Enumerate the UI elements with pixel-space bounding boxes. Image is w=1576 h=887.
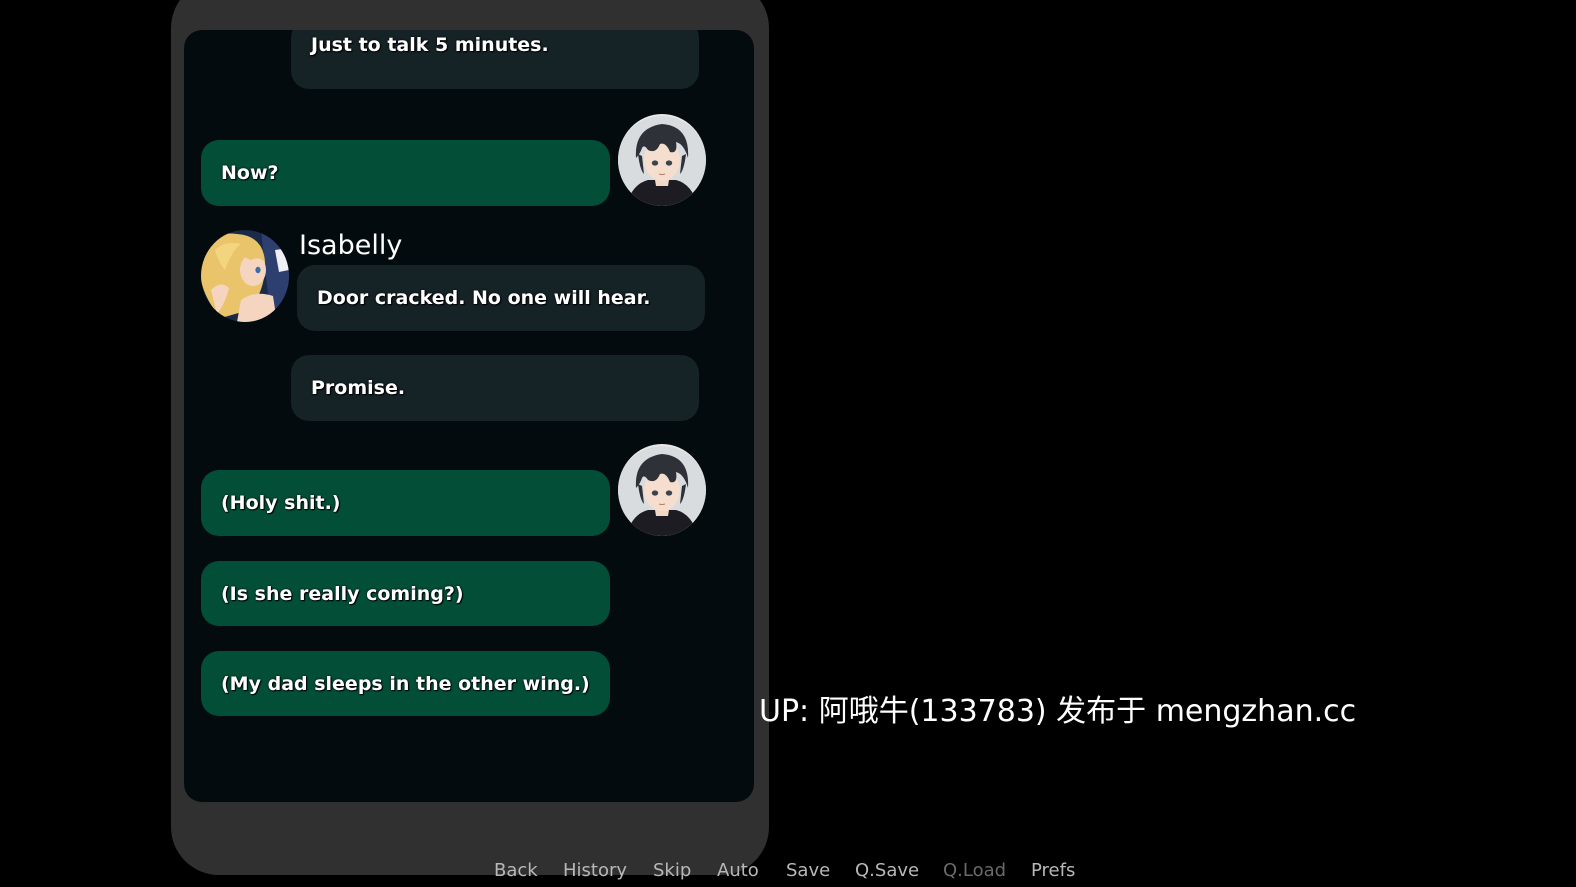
chat-bubble-outgoing: (My dad sleeps in the other wing.) <box>201 651 610 716</box>
chat-bubble-incoming: Door cracked. No one will hear. <box>297 265 705 331</box>
watermark-text: UP: 阿哦牛(133783) 发布于 mengzhan.cc <box>759 694 1357 729</box>
boy-portrait-icon <box>618 444 706 536</box>
chat-bubble-text: (My dad sleeps in the other wing.) <box>221 672 590 695</box>
chat-bubble-text: Now? <box>221 162 279 184</box>
sender-name: Isabelly <box>299 230 403 261</box>
quick-load-button[interactable]: Q.Load <box>943 860 1006 881</box>
chat-bubble-text: (Holy shit.) <box>221 492 341 514</box>
auto-button[interactable]: Auto <box>717 860 759 881</box>
chat-bubble-outgoing: Now? <box>201 140 610 206</box>
player-avatar <box>618 444 706 536</box>
chat-bubble-incoming: Just to talk 5 minutes. <box>291 30 699 89</box>
back-button[interactable]: Back <box>494 860 538 881</box>
skip-button[interactable]: Skip <box>653 860 691 881</box>
phone-screen: Just to talk 5 minutes. Now? Isabelly Do… <box>184 30 754 802</box>
chat-bubble-text: Just to talk 5 minutes. <box>311 34 549 56</box>
history-button[interactable]: History <box>563 860 627 881</box>
quick-menu: Back History Skip Auto Save Q.Save Q.Loa… <box>0 860 1576 887</box>
boy-portrait-icon <box>618 114 706 206</box>
chat-bubble-incoming: Promise. <box>291 355 699 421</box>
prefs-button[interactable]: Prefs <box>1031 860 1075 881</box>
save-button[interactable]: Save <box>786 860 830 881</box>
quick-save-button[interactable]: Q.Save <box>855 860 919 881</box>
girl-portrait-icon <box>201 230 289 322</box>
chat-bubble-text: Door cracked. No one will hear. <box>317 287 651 309</box>
chat-bubble-outgoing: (Is she really coming?) <box>201 561 610 626</box>
player-avatar <box>618 114 706 206</box>
isabelly-avatar <box>201 230 289 322</box>
chat-bubble-text: Promise. <box>311 377 406 399</box>
chat-bubble-outgoing: (Holy shit.) <box>201 470 610 536</box>
chat-bubble-text: (Is she really coming?) <box>221 582 464 605</box>
